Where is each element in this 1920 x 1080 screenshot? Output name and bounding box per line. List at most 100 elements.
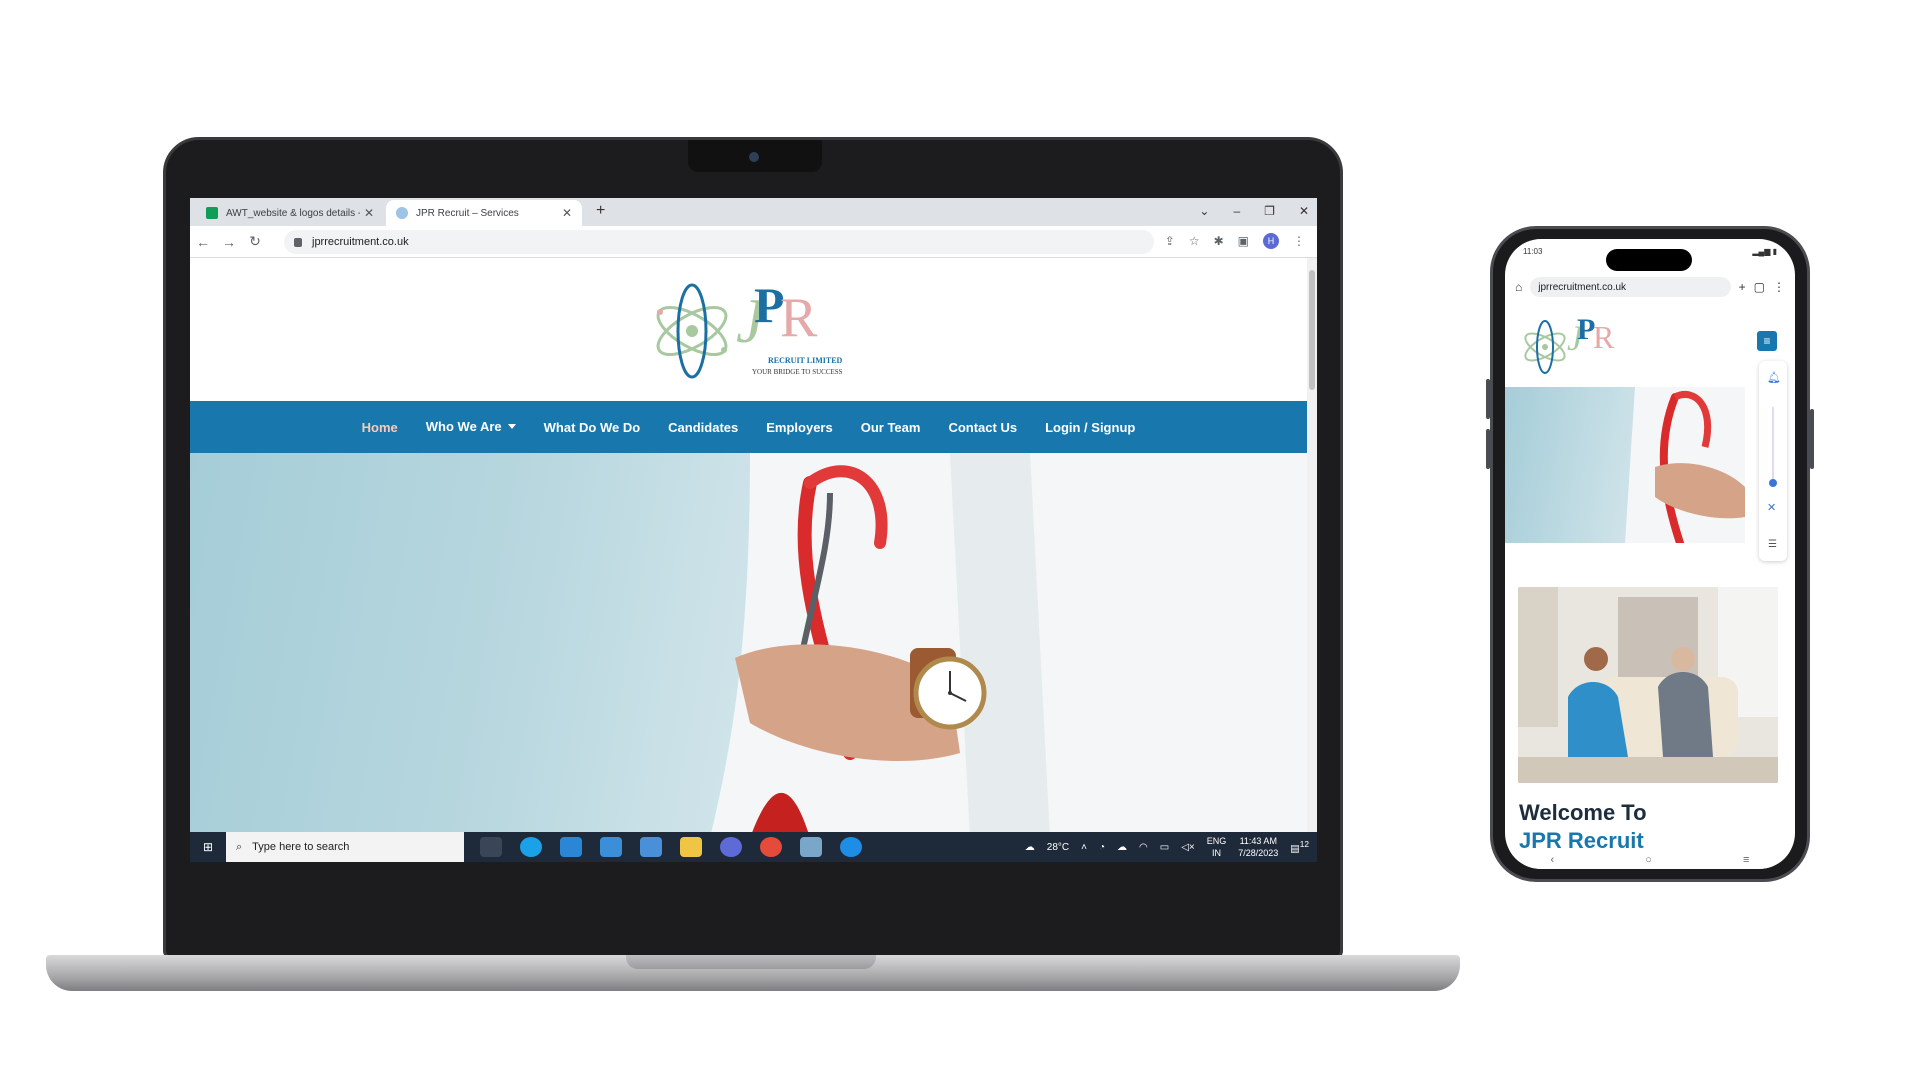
close-window-icon[interactable]: ✕ [1299,204,1309,218]
nav-login-signup[interactable]: Login / Signup [1045,420,1135,435]
page-scrollbar[interactable] [1307,258,1317,838]
mail-icon[interactable] [600,837,622,857]
phone-jpr-logo[interactable]: J P R [1521,313,1631,379]
main-navbar: Home Who We Are What Do We Do Candidates… [190,401,1307,453]
phone-power-button [1810,409,1814,469]
laptop-base [46,955,1460,991]
taskbar-apps [480,837,862,857]
vscode-icon[interactable] [560,837,582,857]
nav-employers[interactable]: Employers [766,420,832,435]
file-explorer-icon[interactable] [680,837,702,857]
nav-who-we-are[interactable]: Who We Are [426,418,516,436]
taskbar-search[interactable]: ⌕ Type here to search [226,832,464,862]
menu-dots-icon[interactable]: ⋮ [1773,280,1785,294]
tab-awt-website[interactable]: AWT_website & logos details - G ✕ [196,200,384,226]
close-icon[interactable]: ✕ [364,206,374,220]
phone-frame: 11:03 ▂▄▆ ▮ ⌂ jprrecruitment.co.uk + ▢ ⋮… [1486,226,1814,882]
nav-our-team[interactable]: Our Team [861,420,921,435]
region-code: IN [1211,848,1221,858]
phone-volume-down [1486,429,1490,469]
battery-icon[interactable]: ▭ [1160,842,1169,853]
language-code: ENG [1206,836,1227,846]
search-placeholder: Type here to search [252,841,350,853]
device-mockup: AWT_website & logos details - G ✕ JPR Re… [0,0,1920,1080]
sidepanel-icon[interactable]: ▣ [1238,234,1249,248]
notification-icon[interactable]: ▤12 [1290,839,1309,854]
jpr-logo[interactable]: J P R RECRUIT LIMITED YOUR BRIDGE TO SUC… [650,276,860,386]
tab-label: JPR Recruit – Services [416,207,519,219]
edge-icon[interactable] [520,837,542,857]
close-icon[interactable]: ✕ [562,206,572,220]
settings-icon[interactable]: ☰ [1768,539,1777,550]
weather-icon[interactable]: ☁ [1025,842,1035,853]
restore-icon[interactable]: ❐ [1264,204,1275,218]
menu-dots-icon[interactable]: ⋮ [1293,234,1305,248]
tab-jpr-services[interactable]: JPR Recruit – Services ✕ [386,200,582,226]
nav-contact-us[interactable]: Contact Us [948,420,1017,435]
notepad-icon[interactable] [800,837,822,857]
website-viewport: J P R RECRUIT LIMITED YOUR BRIDGE TO SUC… [190,258,1307,838]
doctor-illustration [1625,387,1745,543]
phone-url-text: jprrecruitment.co.uk [1538,281,1627,293]
carer-illustration [1518,587,1778,783]
address-bar[interactable]: jprrecruitment.co.uk [284,230,1154,254]
phone-volume-up [1486,379,1490,419]
volume-slider[interactable] [1772,407,1774,487]
home-icon[interactable]: ⌂ [1515,280,1522,294]
volume-slider-handle[interactable] [1769,479,1777,487]
mute-icon[interactable]: ✕ [1767,501,1776,514]
logo-letter-r: R [1593,319,1615,355]
teams-icon[interactable] [720,837,742,857]
tabs-icon[interactable]: ▢ [1754,280,1765,294]
hamburger-menu-icon[interactable]: ≡ [1757,331,1777,351]
wifi-icon[interactable]: ◠ [1139,842,1148,853]
logo-subtitle: RECRUIT LIMITED [768,356,843,365]
carer-image [1518,587,1778,783]
reload-icon[interactable]: ↻ [242,233,268,250]
skype-icon[interactable] [840,837,862,857]
atom-logo-icon [1524,320,1566,374]
nav-home[interactable]: Home [362,420,398,435]
store-icon[interactable] [640,837,662,857]
chrome-icon[interactable] [760,837,782,857]
windows-start-icon[interactable]: ⊞ [190,840,226,854]
forward-icon[interactable]: → [216,234,242,250]
recents-icon[interactable]: ≡ [1743,854,1749,866]
clock-time: 11:43 AM [1239,836,1277,846]
weather-temp[interactable]: 28°C [1047,842,1069,853]
profile-avatar[interactable]: H [1263,233,1279,249]
minimize-icon[interactable]: – [1233,204,1240,218]
share-icon[interactable]: ⇪ [1165,234,1175,248]
notification-count: 12 [1299,839,1309,850]
nav-what-do-we-do[interactable]: What Do We Do [544,420,641,435]
hero-image-doctor [190,453,1307,838]
phone-status-icons: ▂▄▆ ▮ [1752,247,1777,256]
nav-candidates[interactable]: Candidates [668,420,738,435]
extensions-icon[interactable]: ✱ [1214,234,1224,248]
doctor-illustration [710,453,1307,838]
network-icon[interactable]: ◔ [1099,842,1105,853]
browser-toolbar: ← → ↻ jprrecruitment.co.uk ⇪ ☆ ✱ ▣ H ⋮ [190,226,1317,258]
mute-icon[interactable]: ◁× [1181,842,1195,853]
windows-taskbar: ⊞ ⌕ Type here to search ☁ 28°C ˄ ◔ ☁ ◠ ▭… [190,832,1317,862]
new-tab-icon[interactable]: + [1739,280,1746,294]
chevron-down-icon[interactable]: ⌄ [1199,204,1209,218]
logo-letter-r: R [780,287,818,349]
language-indicator[interactable]: ENG IN [1207,835,1227,859]
phone-address-bar[interactable]: jprrecruitment.co.uk [1530,277,1731,297]
task-view-icon[interactable] [480,837,502,857]
chevron-up-icon[interactable]: ˄ [1081,842,1087,853]
star-icon[interactable]: ☆ [1189,234,1200,248]
new-tab-icon[interactable]: + [596,202,605,220]
scrollbar-thumb[interactable] [1309,270,1315,390]
back-icon[interactable]: ‹ [1551,854,1555,866]
onedrive-icon[interactable]: ☁ [1117,842,1127,853]
home-button-icon[interactable]: ○ [1645,854,1652,866]
sheets-icon [206,207,218,219]
phone-hero-image [1505,387,1745,543]
browser-tabstrip: AWT_website & logos details - G ✕ JPR Re… [190,198,1317,226]
clock[interactable]: 11:43 AM 7/28/2023 [1238,835,1278,859]
back-icon[interactable]: ← [190,234,216,250]
bell-icon[interactable]: 🔔︎ [1767,371,1781,384]
laptop-screen: AWT_website & logos details - G ✕ JPR Re… [190,198,1317,862]
